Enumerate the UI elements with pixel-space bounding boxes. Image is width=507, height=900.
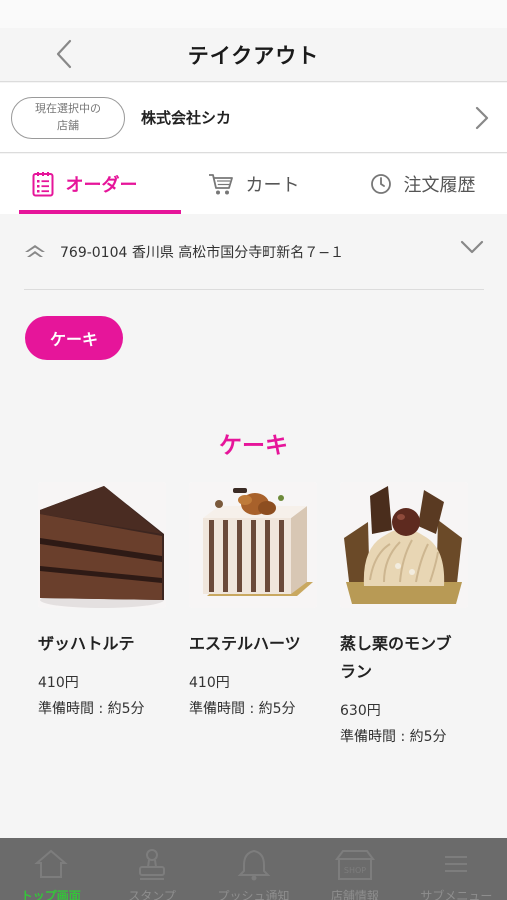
nav-top-screen[interactable]: トップ画面 (0, 838, 101, 900)
tab-cart[interactable]: カート (169, 154, 338, 214)
selected-store-bar[interactable]: 現在選択中の 店舗 株式会社シカ (0, 83, 507, 153)
order-content: 769-0104 香川県 高松市国分寺町新名７−１ ケーキ ケーキ ザッハトルテ… (0, 214, 507, 838)
nav-store-info-label: 店舗情報 (330, 889, 379, 900)
store-badge-line2: 店舗 (57, 118, 79, 132)
status-bar (0, 0, 507, 28)
product-card[interactable]: エステルハーツ 410円 準備時間 : 約5分 (189, 482, 321, 722)
category-filter-cake[interactable]: ケーキ (25, 316, 123, 360)
nav-push-notification-label: プッシュ通知 (217, 889, 290, 900)
nav-top-screen-label: トップ画面 (20, 889, 81, 900)
product-card[interactable]: 蒸し栗のモンブ ラン 630円 準備時間 : 約5分 (340, 482, 472, 750)
home-roof-icon (25, 244, 45, 257)
address-text: 769-0104 香川県 高松市国分寺町新名７−１ (60, 244, 345, 261)
product-name-line2: ラン (340, 662, 373, 681)
tab-order[interactable]: オーダー (0, 154, 181, 214)
product-name: 蒸し栗のモンブ ラン (340, 630, 472, 686)
product-prep-time: 準備時間 : 約5分 (340, 729, 447, 745)
store-badge-line1: 現在選択中の (35, 102, 101, 115)
shop-icon: SHOP (334, 850, 375, 880)
product-prep-time: 準備時間 : 約5分 (38, 701, 145, 717)
tab-cart-label: カート (245, 175, 300, 196)
product-prep-time: 準備時間 : 約5分 (189, 701, 296, 717)
chevron-down-icon (460, 240, 484, 254)
menu-icon (445, 856, 468, 872)
tab-order-history[interactable]: 注文履歴 (338, 154, 507, 214)
product-name: ザッハトルテ (38, 634, 135, 653)
chevron-left-icon (56, 39, 72, 69)
nav-submenu-label: サブメニュー (420, 889, 493, 900)
product-image-sachertorte (38, 482, 166, 608)
product-name-line1: 蒸し栗のモンブ (340, 634, 452, 653)
shop-icon-text: SHOP (344, 866, 366, 875)
tab-order-label: オーダー (65, 175, 138, 196)
home-icon (33, 849, 68, 878)
product-image-mont-blanc (340, 482, 468, 608)
delivery-address-row[interactable]: 769-0104 香川県 高松市国分寺町新名７−１ (24, 214, 484, 290)
back-button[interactable] (44, 34, 84, 74)
cart-icon (208, 174, 233, 195)
nav-store-info[interactable]: SHOP 店舗情報 (304, 838, 405, 900)
order-list-icon (32, 172, 53, 197)
store-name: 株式会社シカ (141, 109, 232, 127)
product-name: エステルハーツ (189, 634, 301, 653)
product-card[interactable]: ザッハトルテ 410円 準備時間 : 約5分 (38, 482, 170, 722)
current-store-badge: 現在選択中の 店舗 (11, 96, 125, 139)
product-price: 630円 (340, 703, 381, 719)
nav-stamp-label: スタンプ (128, 889, 176, 900)
clock-icon (370, 174, 391, 194)
product-price: 410円 (38, 675, 79, 691)
tab-order-history-label: 注文履歴 (403, 175, 476, 196)
tab-bar: オーダー カート 注文履歴 (0, 154, 507, 214)
section-title: ケーキ (219, 433, 288, 459)
product-price: 410円 (189, 675, 230, 691)
product-image-esterhazy (189, 482, 317, 608)
bottom-navigation: トップ画面 スタンプ プッシュ通知 SHOP 店舗情報 サブメニュー (0, 838, 507, 900)
chevron-right-icon (475, 106, 489, 130)
bell-icon (237, 849, 270, 881)
nav-submenu[interactable]: サブメニュー (406, 838, 507, 900)
navigation-bar: テイクアウト (0, 28, 507, 82)
nav-stamp[interactable]: スタンプ (101, 838, 202, 900)
nav-push-notification[interactable]: プッシュ通知 (203, 838, 304, 900)
store-select-button[interactable] (467, 103, 497, 133)
page-title: テイクアウト (187, 43, 320, 68)
stamp-icon (139, 849, 166, 880)
